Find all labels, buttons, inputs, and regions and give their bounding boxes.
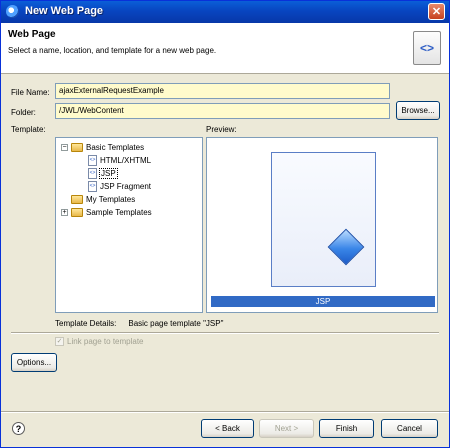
jsp-file-icon: <> — [88, 168, 97, 179]
tree-item-label: Basic Templates — [86, 143, 145, 152]
template-details-value: Basic page template "JSP" — [128, 319, 224, 328]
html-file-icon: <> — [88, 155, 97, 166]
expand-icon[interactable]: + — [61, 209, 68, 216]
folder-input[interactable]: /JWL/WebContent — [55, 103, 390, 119]
folder-icon — [71, 195, 83, 204]
file-name-input[interactable]: ajaxExternalRequestExample — [55, 83, 390, 99]
help-icon[interactable]: ? — [12, 422, 25, 435]
folder-icon — [71, 208, 83, 217]
tree-item-label: HTML/XHTML — [100, 156, 152, 165]
tree-item-html-xhtml[interactable]: <> HTML/XHTML — [88, 154, 151, 167]
browse-button[interactable]: Browse... — [396, 101, 440, 120]
link-page-label: Link page to template — [67, 337, 144, 346]
template-preview: JSP — [206, 137, 438, 313]
page-description: Select a name, location, and template fo… — [8, 46, 217, 55]
page-title: Web Page — [8, 29, 56, 40]
tree-item-label: JSP — [99, 168, 118, 179]
tree-item-jsp-fragment[interactable]: <> JSP Fragment — [88, 180, 151, 193]
tree-item-label: Sample Templates — [86, 208, 152, 217]
template-tree[interactable]: − Basic Templates <> HTML/XHTML <> JSP <… — [55, 137, 203, 313]
tree-item-sample-templates[interactable]: + Sample Templates — [61, 206, 152, 219]
footer-separator — [1, 411, 449, 413]
preview-caption: JSP — [211, 296, 435, 307]
page-preview-image — [271, 152, 376, 287]
preview-label: Preview: — [206, 125, 237, 134]
collapse-icon[interactable]: − — [61, 144, 68, 151]
close-button[interactable]: ✕ — [428, 3, 445, 20]
app-icon — [6, 5, 19, 18]
wizard-banner: Web Page Select a name, location, and te… — [1, 23, 449, 74]
tree-item-jsp[interactable]: <> JSP — [88, 167, 118, 180]
tree-item-basic-templates[interactable]: − Basic Templates — [61, 141, 144, 154]
back-button[interactable]: < Back — [201, 419, 254, 438]
template-label: Template: — [11, 125, 46, 134]
separator — [11, 332, 439, 334]
finish-button[interactable]: Finish — [319, 419, 374, 438]
new-web-page-dialog: New Web Page ✕ Web Page Select a name, l… — [0, 0, 450, 448]
tree-item-my-templates[interactable]: My Templates — [71, 193, 135, 206]
folder-open-icon — [71, 143, 83, 152]
web-page-icon: <> — [413, 31, 441, 65]
next-button: Next > — [259, 419, 314, 438]
template-details-label: Template Details: — [55, 319, 117, 328]
jsp-fragment-file-icon: <> — [88, 181, 97, 192]
template-details: Template Details: Basic page template "JS… — [55, 319, 223, 328]
link-page-checkbox[interactable]: ✓ — [55, 337, 64, 346]
title-bar[interactable]: New Web Page ✕ — [1, 1, 449, 23]
file-name-label: File Name: — [11, 88, 50, 97]
tree-item-label: JSP Fragment — [100, 182, 151, 191]
window-title: New Web Page — [25, 5, 104, 17]
options-button[interactable]: Options... — [11, 353, 57, 372]
cancel-button[interactable]: Cancel — [381, 419, 438, 438]
folder-label: Folder: — [11, 108, 36, 117]
tree-item-label: My Templates — [86, 195, 136, 204]
link-page-checkbox-row[interactable]: ✓ Link page to template — [55, 337, 144, 346]
